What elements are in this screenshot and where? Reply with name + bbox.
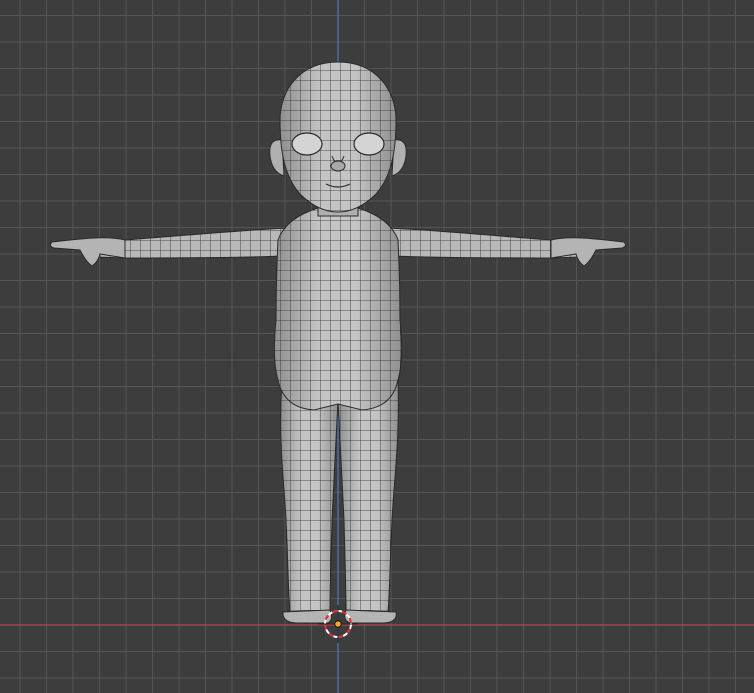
object-origin xyxy=(334,620,342,628)
viewport-canvas[interactable] xyxy=(0,0,754,693)
right-hand[interactable] xyxy=(550,237,627,267)
left-leg[interactable] xyxy=(280,379,339,613)
3d-viewport[interactable] xyxy=(0,0,754,693)
torso[interactable] xyxy=(273,207,403,411)
left-hand[interactable] xyxy=(49,237,126,267)
right-foot[interactable] xyxy=(344,609,397,624)
left-eye[interactable] xyxy=(291,132,323,156)
left-foot[interactable] xyxy=(282,609,333,624)
right-leg[interactable] xyxy=(337,379,399,613)
right-eye[interactable] xyxy=(353,132,385,156)
